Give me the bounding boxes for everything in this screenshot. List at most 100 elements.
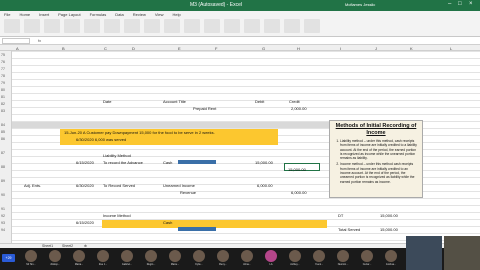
cell-revenue[interactable]: Revenue [180, 190, 196, 195]
cell-prepaid-rent[interactable]: Prepaid Rent [193, 106, 216, 111]
row-number[interactable]: 88 [1, 165, 5, 169]
cell-record-served[interactable]: To Record Served [103, 183, 135, 188]
camera-feed[interactable] [444, 236, 480, 270]
cell-record-advance[interactable]: To record the Advance [103, 160, 143, 165]
row-number[interactable]: 93 [1, 221, 5, 225]
cell-note-line1[interactable]: 15-Jun-20 A Customer pay Downpayment 15,… [64, 130, 215, 135]
delete-icon[interactable] [224, 19, 240, 33]
maximize-icon[interactable]: □ [458, 1, 462, 7]
user-name[interactable]: Mcflames Jesslic [345, 2, 375, 7]
participant-tile[interactable]: LA [262, 249, 280, 269]
cell-total-served[interactable]: Total Served [338, 227, 360, 232]
wrap-icon[interactable] [84, 19, 100, 33]
row-number[interactable]: 79 [1, 81, 5, 85]
find-icon[interactable] [304, 19, 320, 33]
paste-icon[interactable] [4, 19, 20, 33]
participant-tile[interactable]: Regin... [142, 249, 160, 269]
cell-date3[interactable]: 6/15/2020 [76, 220, 94, 225]
name-box[interactable] [2, 38, 30, 44]
participant-tile[interactable]: Gabriel... [118, 249, 136, 269]
participant-tile[interactable]: Nesmin... [334, 249, 352, 269]
row-number[interactable]: 80 [1, 88, 5, 92]
ribbon-tab[interactable]: Insert [39, 12, 49, 17]
number-format-icon[interactable] [124, 19, 140, 33]
bold-icon[interactable] [44, 19, 60, 33]
row-number[interactable]: 83 [1, 109, 5, 113]
align-icon[interactable] [64, 19, 80, 33]
cell-date1[interactable]: 6/15/2020 [76, 160, 94, 165]
cell-credit2[interactable]: 6,000.00 [291, 190, 307, 195]
row-number[interactable]: 77 [1, 67, 5, 71]
ribbon-toolbar [4, 19, 476, 35]
participant-tile[interactable]: Cezar... [358, 249, 376, 269]
row-number[interactable]: 91 [1, 207, 5, 211]
row-number[interactable]: 85 [1, 130, 5, 134]
cell-adj-label[interactable]: Adj. Ents. [24, 183, 41, 188]
fx-icon[interactable]: fx [38, 38, 41, 43]
cell-date-header[interactable]: Date [103, 99, 111, 104]
cell-dt-value[interactable]: 15,000.00 [380, 213, 398, 218]
row-number[interactable]: 82 [1, 102, 5, 106]
sort-icon[interactable] [284, 19, 300, 33]
cell-cash[interactable]: Cash [163, 160, 172, 165]
participant-tile[interactable]: Marie... [166, 249, 184, 269]
participant-name: Alma... [243, 262, 251, 266]
close-icon[interactable]: × [469, 1, 473, 7]
ribbon-tab[interactable]: Home [19, 12, 30, 17]
participant-tile[interactable]: Reny... [214, 249, 232, 269]
cell-dt-label[interactable]: DT [338, 213, 343, 218]
ribbon-tab[interactable]: Formulas [90, 12, 107, 17]
cell-styles-icon[interactable] [184, 19, 200, 33]
merge-icon[interactable] [104, 19, 120, 33]
participant-tile[interactable]: Yueni... [310, 249, 328, 269]
participant-tile[interactable]: Alma... [238, 249, 256, 269]
cell-debit2[interactable]: 6,000.00 [257, 183, 273, 188]
cell-date2[interactable]: 6/30/2020 [76, 183, 94, 188]
row-number[interactable]: 94 [1, 228, 5, 232]
ribbon-tab[interactable]: View [155, 12, 164, 17]
participant-tile[interactable]: Zue J... [94, 249, 112, 269]
cell-income-method[interactable]: Income Method [103, 213, 131, 218]
participant-tile[interactable]: Maria... [70, 249, 88, 269]
row-number[interactable]: 89 [1, 179, 5, 183]
participant-tile[interactable]: Joshua... [382, 249, 400, 269]
row-number[interactable]: 75 [1, 53, 5, 57]
cell-prepaid-credit[interactable]: 2,000.00 [291, 106, 307, 111]
insert-icon[interactable] [204, 19, 220, 33]
sum-icon[interactable] [264, 19, 280, 33]
row-number[interactable]: 86 [1, 137, 5, 141]
ribbon-tab[interactable]: Review [133, 12, 146, 17]
minimize-icon[interactable]: – [448, 1, 451, 7]
camera-feed[interactable] [406, 236, 442, 270]
participant-tile[interactable]: Ashley... [286, 249, 304, 269]
row-number[interactable]: 81 [1, 95, 5, 99]
cell-unearned-income[interactable]: Unearned Income [163, 183, 195, 188]
participant-tile[interactable]: Kylie... [190, 249, 208, 269]
font-icon[interactable] [24, 19, 40, 33]
cell-debit1[interactable]: 15,000.00 [255, 160, 273, 165]
format-icon[interactable] [244, 19, 260, 33]
table-format-icon[interactable] [164, 19, 180, 33]
cell-liability-method[interactable]: Liability Method [103, 153, 131, 158]
cell-credit1[interactable]: 15,000.00 [288, 167, 306, 172]
cell-note-line2[interactable]: 6/30/2020 6,000 was served [76, 137, 126, 142]
cell-account-title-header[interactable]: Account Title [163, 99, 186, 104]
ribbon-tab[interactable]: Data [115, 12, 123, 17]
ribbon-tab[interactable]: Page Layout [58, 12, 80, 17]
conditional-format-icon[interactable] [144, 19, 160, 33]
ribbon-tab[interactable]: File [4, 12, 10, 17]
row-number[interactable]: 76 [1, 60, 5, 64]
cell-cash2[interactable]: Cash [163, 220, 172, 225]
row-number[interactable]: 87 [1, 151, 5, 155]
cell-total-served-value[interactable]: 15,000.00 [380, 227, 398, 232]
participant-tile[interactable]: Jinkisp... [46, 249, 64, 269]
row-number[interactable]: 78 [1, 74, 5, 78]
cell-debit-header[interactable]: Debit [255, 99, 264, 104]
row-number[interactable]: 90 [1, 193, 5, 197]
cell-credit-header[interactable]: Credit [289, 99, 300, 104]
participant-tile[interactable]: Mr Sin... [22, 249, 40, 269]
ribbon-tab[interactable]: Help [172, 12, 180, 17]
row-number[interactable]: 84 [1, 123, 5, 127]
row-number[interactable]: 92 [1, 214, 5, 218]
more-participants-button[interactable]: +29 [2, 254, 15, 262]
